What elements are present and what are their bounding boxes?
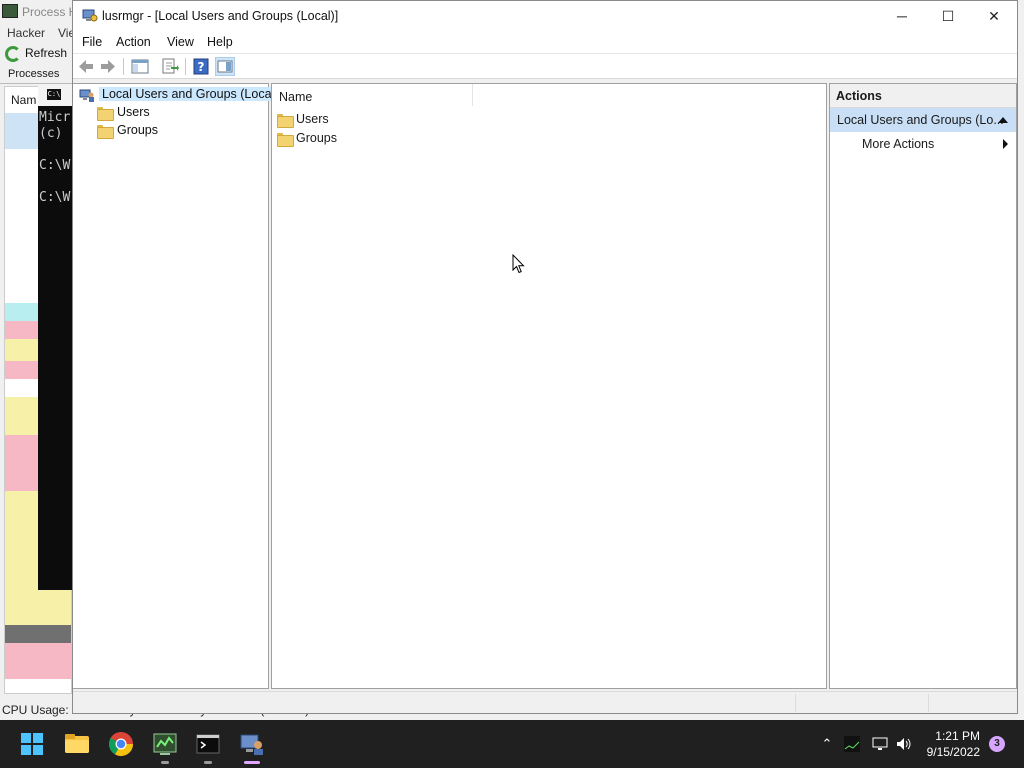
folder-icon bbox=[97, 125, 114, 139]
process-hacker-tray-icon[interactable] bbox=[844, 736, 860, 752]
volume-icon[interactable] bbox=[896, 736, 912, 752]
show-hide-action-pane-icon[interactable] bbox=[215, 57, 235, 76]
computer-management-icon bbox=[82, 9, 98, 22]
refresh-button[interactable]: Refresh bbox=[25, 46, 67, 60]
menu-action[interactable]: Action bbox=[116, 35, 151, 49]
column-header-label: Name bbox=[279, 90, 313, 104]
statusbar bbox=[73, 691, 1017, 713]
tree-item-root-label: Local Users and Groups (Local) bbox=[99, 87, 282, 101]
system-clock[interactable]: 1:21 PM 9/15/2022 bbox=[927, 728, 980, 760]
toolbar: ? bbox=[73, 54, 1017, 79]
file-explorer-icon[interactable] bbox=[63, 730, 91, 758]
running-indicator bbox=[204, 761, 212, 764]
list-item[interactable] bbox=[5, 625, 71, 643]
active-indicator bbox=[244, 761, 260, 764]
menu-view[interactable]: View bbox=[167, 35, 194, 49]
network-icon[interactable] bbox=[872, 736, 888, 752]
terminal-icon[interactable] bbox=[194, 730, 222, 758]
console-line: Micr bbox=[39, 110, 71, 125]
menu-help[interactable]: Help bbox=[207, 35, 233, 49]
chevron-up-icon[interactable]: ⌃ bbox=[819, 736, 835, 752]
actions-group-label: Local Users and Groups (Lo... bbox=[837, 113, 1004, 127]
console-tree[interactable]: Local Users and Groups (Local) Users Gro… bbox=[73, 83, 282, 689]
toolbar-separator bbox=[123, 58, 124, 75]
lusrmgr-icon[interactable] bbox=[238, 730, 266, 758]
minimize-button[interactable]: ─ bbox=[879, 1, 925, 32]
computer-users-icon bbox=[79, 89, 94, 102]
column-header-name[interactable]: Name bbox=[272, 84, 826, 108]
export-list-icon[interactable] bbox=[160, 57, 180, 76]
process-hacker-title: Process H bbox=[22, 5, 78, 19]
more-actions-item[interactable]: More Actions bbox=[830, 134, 1016, 154]
list-item-label: Users bbox=[296, 112, 329, 126]
chrome-icon[interactable] bbox=[107, 730, 135, 758]
help-icon[interactable]: ? bbox=[191, 57, 211, 76]
menubar: File Action View Help bbox=[73, 32, 1017, 54]
start-icon[interactable] bbox=[18, 730, 46, 758]
clock-time: 1:21 PM bbox=[935, 729, 980, 743]
menu-file[interactable]: File bbox=[82, 35, 102, 49]
list-item[interactable] bbox=[5, 643, 71, 679]
window-title: lusrmgr - [Local Users and Groups (Local… bbox=[102, 9, 339, 23]
tab-processes[interactable]: Processes bbox=[0, 66, 72, 84]
console-icon: C:\ bbox=[47, 89, 61, 100]
actions-header: Actions bbox=[830, 84, 1016, 108]
tree-item-label: Groups bbox=[117, 123, 158, 137]
toolbar-separator bbox=[185, 58, 186, 75]
folder-icon bbox=[277, 114, 294, 128]
console-line: (c) bbox=[39, 126, 71, 141]
tab-processes-label: Processes bbox=[8, 68, 60, 80]
folder-icon bbox=[97, 107, 114, 121]
more-actions-label: More Actions bbox=[862, 137, 935, 151]
refresh-icon bbox=[5, 46, 21, 62]
actions-group-local-users[interactable]: Local Users and Groups (Lo... bbox=[830, 108, 1016, 132]
tree-item-label: Users bbox=[117, 105, 150, 119]
maximize-button[interactable]: ☐ bbox=[925, 1, 971, 32]
back-icon[interactable] bbox=[76, 57, 96, 76]
notification-badge[interactable]: 3 bbox=[989, 736, 1005, 752]
window-titlebar[interactable]: lusrmgr - [Local Users and Groups (Local… bbox=[73, 1, 1017, 32]
column-name-header[interactable]: Nam bbox=[11, 93, 36, 107]
statusbar-divider bbox=[928, 694, 929, 712]
folder-icon bbox=[277, 133, 294, 147]
process-hacker-icon bbox=[2, 4, 18, 18]
menu-hacker[interactable]: Hacker bbox=[7, 26, 45, 40]
actions-pane[interactable]: Actions Local Users and Groups (Lo... Mo… bbox=[829, 83, 1017, 689]
close-button[interactable]: ✕ bbox=[971, 1, 1017, 32]
column-divider[interactable] bbox=[472, 84, 473, 106]
results-pane[interactable]: Name Users Groups bbox=[271, 83, 827, 689]
list-item-label: Groups bbox=[296, 131, 337, 145]
mouse-cursor-icon bbox=[512, 254, 525, 274]
process-hacker-icon[interactable] bbox=[151, 730, 179, 758]
collapse-arrow-icon[interactable] bbox=[998, 117, 1008, 123]
forward-icon[interactable] bbox=[98, 57, 118, 76]
console-titlebar[interactable]: C:\ bbox=[38, 84, 74, 106]
console-line: C:\W bbox=[39, 158, 71, 173]
running-indicator bbox=[161, 761, 169, 764]
taskbar: ⌃ 1:21 PM 9/15/2022 3 bbox=[0, 720, 1024, 768]
console-line: C:\W bbox=[39, 190, 71, 205]
lusrmgr-window: lusrmgr - [Local Users and Groups (Local… bbox=[72, 0, 1018, 714]
statusbar-divider bbox=[795, 694, 796, 712]
actions-header-label: Actions bbox=[836, 89, 882, 103]
svg-text:?: ? bbox=[198, 60, 205, 74]
clock-date: 9/15/2022 bbox=[926, 745, 980, 759]
show-hide-console-tree-icon[interactable] bbox=[130, 57, 150, 76]
submenu-arrow-icon bbox=[1003, 139, 1008, 149]
console-window[interactable]: C:\ Micr (c) C:\W C:\W bbox=[38, 84, 74, 590]
